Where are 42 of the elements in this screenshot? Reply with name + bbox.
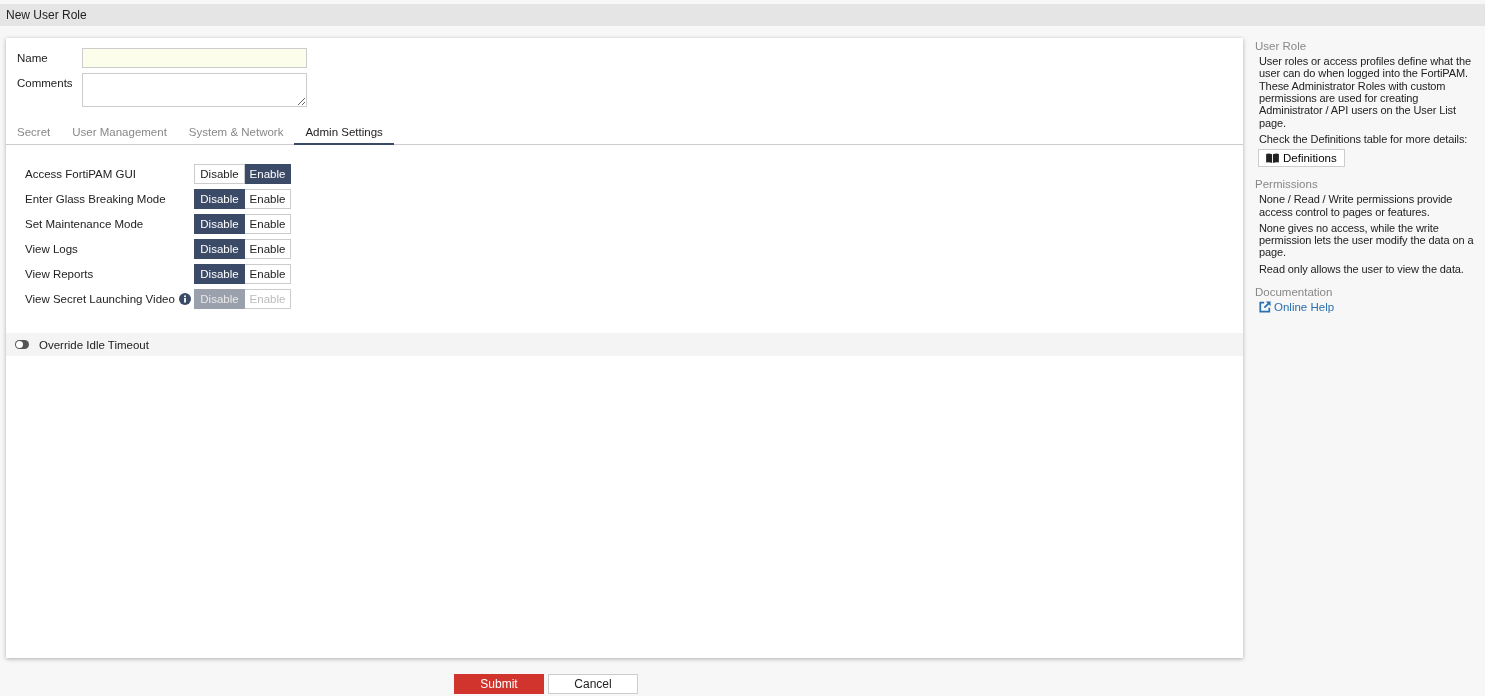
toggle-option[interactable]: Disable [194,263,245,284]
tab[interactable]: User Management [61,122,178,145]
tab[interactable]: Secret [6,122,62,145]
help-text: Check the Definitions table for more details: [1259,132,1469,146]
toggle-option[interactable]: Disable [194,238,245,259]
setting-label: View Secret Launching Video [25,292,175,305]
comments-field[interactable] [82,73,307,107]
toggle-option[interactable]: Enable [245,238,291,259]
section-heading: User Role [1255,40,1308,52]
tab[interactable]: System & Network [177,122,295,145]
submit-button[interactable]: Submit [454,674,544,694]
help-text: None / Read / Write permissions provide access control to pages or features. [1259,193,1454,218]
setting-label: Set Maintenance Mode [25,217,144,230]
cancel-button[interactable]: Cancel [548,674,638,694]
tab[interactable]: Admin Settings [294,122,394,145]
help-text: None gives no access, while the write permission lets the user modify the data on a page. [1259,221,1475,259]
toggle-option[interactable]: Disable [194,213,245,234]
toggle-option[interactable]: Enable [245,263,291,284]
window-title: New User Role [6,8,87,22]
setting-label: View Logs [25,242,78,255]
section-heading: Permissions [1255,178,1319,191]
help-text: User roles or access profiles define what the user can do when logged into the FortiPAM. These Administrator Roles with custom permissions are used for creating Administrator / API users on the User List page. [1259,55,1472,129]
toggle-option[interactable]: Enable [245,213,291,234]
toggle-option[interactable]: Disable [194,163,245,184]
name-field[interactable] [82,48,307,68]
setting-label: Enter Glass Breaking Mode [25,192,166,205]
info-icon [178,292,191,305]
setting-label: View Reports [25,267,94,280]
definitions-button[interactable]: Definitions [1258,149,1345,168]
online-help-link[interactable]: Online Help [1259,301,1335,314]
field-label: Name [17,51,49,66]
toggle-switch[interactable] [15,340,29,349]
setting-label: Access FortiPAM GUI [25,167,136,180]
help-text: Read only allows the user to view the data. [1259,262,1465,276]
toggle-option[interactable]: Disable [194,188,245,209]
toggle-label: Override Idle Timeout [39,338,149,351]
external-link-icon [1259,301,1271,314]
toggle-option[interactable]: Enable [245,163,291,184]
book-icon [1266,153,1279,164]
field-label: Comments [17,76,74,91]
toggle-option[interactable]: Enable [245,188,291,209]
section-heading: Documentation [1255,286,1334,299]
